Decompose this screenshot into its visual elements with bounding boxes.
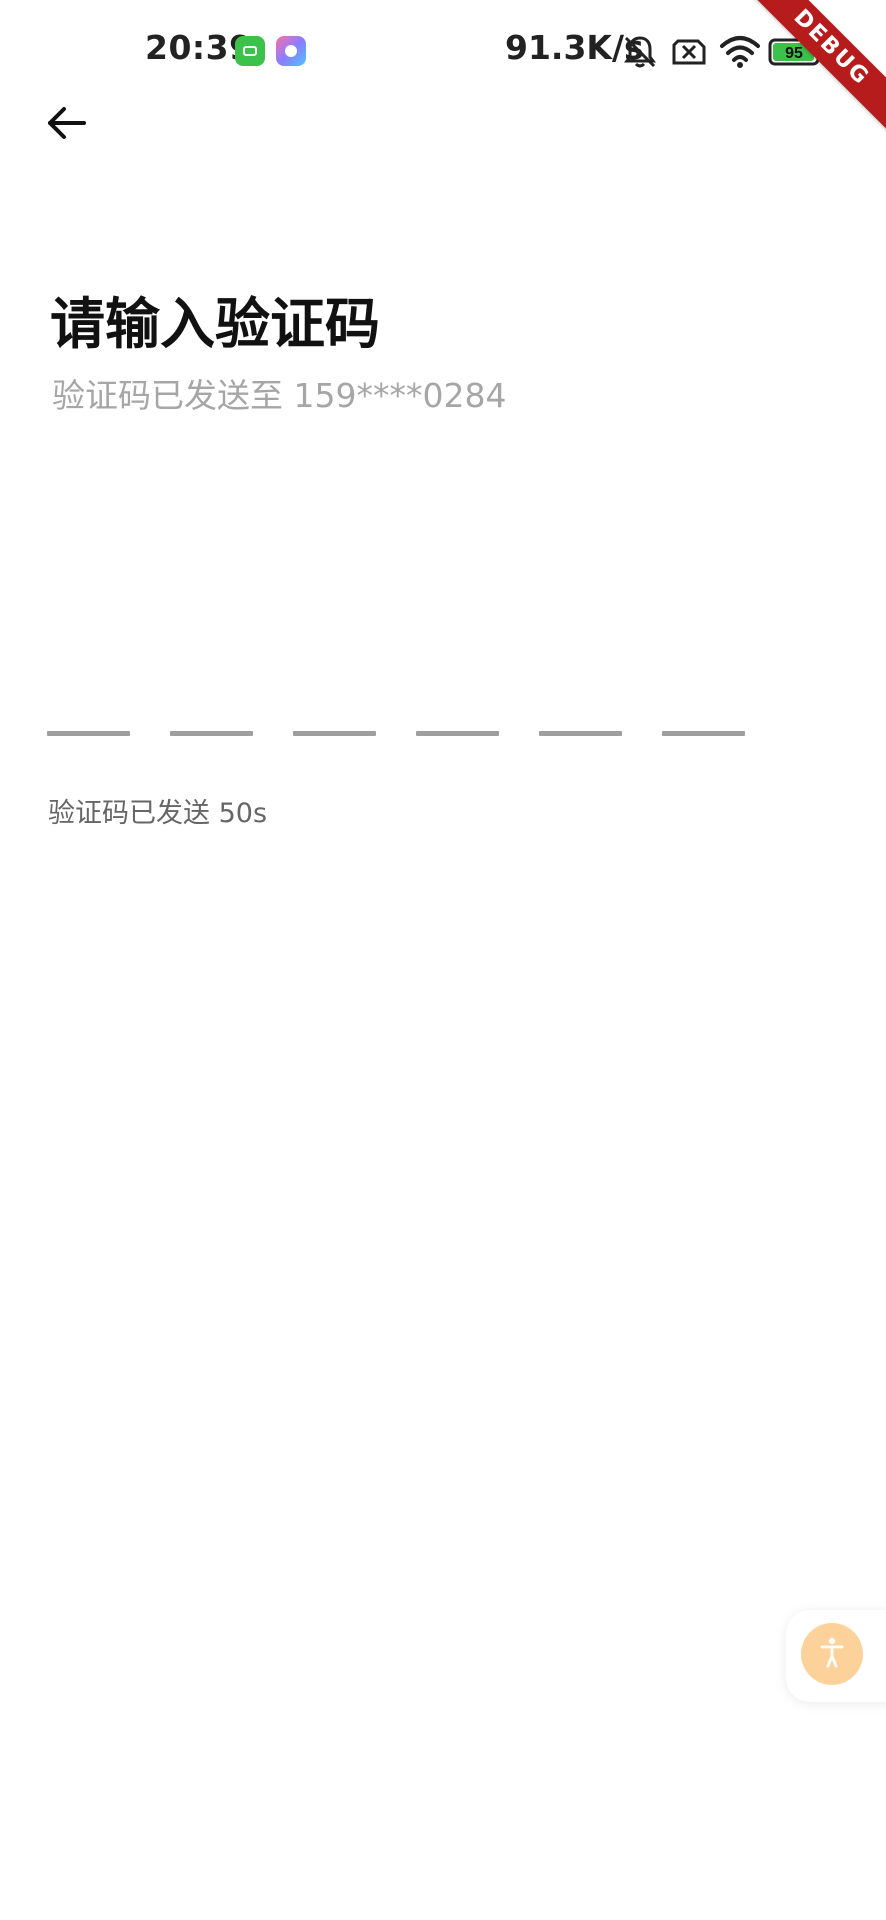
code-slot-6[interactable] [662,731,745,736]
page-subtitle: 验证码已发送至 159****0284 [52,376,507,415]
code-slot-4[interactable] [416,731,499,736]
code-slot-1[interactable] [47,731,130,736]
bell-muted-icon [620,32,660,76]
app-green-icon [235,36,265,66]
verification-screen: 20:39 91.3K/s 95 DEBUG 请输入验证码 验证码已发送至 15… [0,0,886,1920]
resend-countdown: 验证码已发送 50s [48,798,268,829]
accessibility-icon [817,1635,847,1673]
accessibility-button[interactable] [801,1623,863,1685]
verification-code-input[interactable] [47,731,747,741]
back-button[interactable] [36,95,96,155]
arrow-left-icon [44,101,88,149]
code-slot-3[interactable] [293,731,376,736]
code-slot-5[interactable] [539,731,622,736]
code-slot-2[interactable] [170,731,253,736]
sim-none-icon [670,32,708,76]
app-multicolor-icon [276,36,306,66]
battery-level: 95 [785,45,803,62]
wifi-icon [718,32,762,76]
status-bar: 20:39 91.3K/s 95 [0,0,886,100]
page-title: 请输入验证码 [50,292,381,356]
